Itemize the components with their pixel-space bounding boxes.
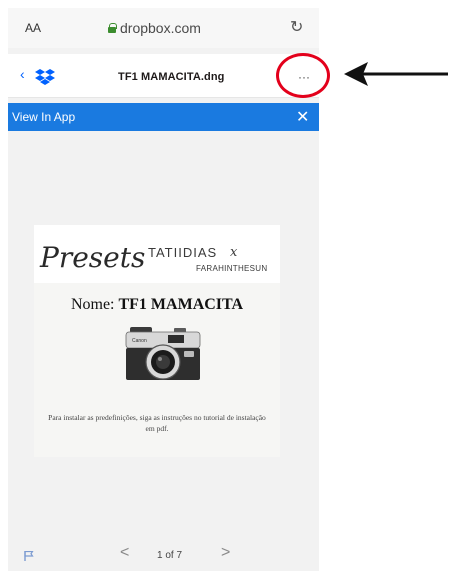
flag-icon[interactable]	[24, 551, 34, 561]
collaborator-name: FARAHINTHESUN	[196, 264, 268, 273]
view-in-app-label[interactable]: View In App	[12, 110, 75, 124]
collab-x: x	[230, 245, 238, 260]
preset-name-line: Nome: TF1 MAMACITA	[34, 296, 280, 314]
close-icon[interactable]: ✕	[296, 107, 309, 127]
browser-address-bar: AA dropbox.com ↻	[8, 8, 319, 48]
camera-icon: Canon	[125, 327, 201, 380]
pointer-arrow-icon	[344, 62, 448, 86]
document-header: Presets TATIIDIAS x FARAHINTHESUN	[34, 225, 280, 283]
url-field[interactable]: dropbox.com	[108, 20, 228, 36]
install-instructions: Para instalar as predefinições, siga as …	[48, 413, 266, 433]
next-page-button[interactable]: >	[221, 544, 230, 562]
text-size-button[interactable]: AA	[25, 21, 41, 35]
view-in-app-banner[interactable]: View In App ✕	[8, 103, 319, 131]
reload-icon[interactable]: ↻	[290, 17, 303, 37]
chevron-left-icon[interactable]: ‹	[20, 66, 25, 82]
document-preview: Presets TATIIDIAS x FARAHINTHESUN Nome: …	[34, 225, 280, 457]
highlight-circle	[276, 53, 330, 98]
dropbox-logo-icon[interactable]	[34, 68, 56, 86]
camera-brand-text: Canon	[132, 338, 147, 344]
previous-page-button[interactable]: <	[120, 544, 129, 562]
url-text: dropbox.com	[120, 20, 201, 36]
preset-name-prefix: Nome:	[70, 296, 115, 313]
presets-script-text: Presets	[40, 241, 146, 274]
lock-icon	[108, 23, 117, 33]
author-name: TATIIDIAS	[148, 245, 218, 260]
dropbox-header: ‹ TF1 MAMACITA.dng ···	[8, 54, 319, 98]
preset-name-value: TF1 MAMACITA	[118, 296, 244, 313]
file-title: TF1 MAMACITA.dng	[118, 71, 225, 83]
page-indicator: 1 of 7	[157, 550, 183, 561]
